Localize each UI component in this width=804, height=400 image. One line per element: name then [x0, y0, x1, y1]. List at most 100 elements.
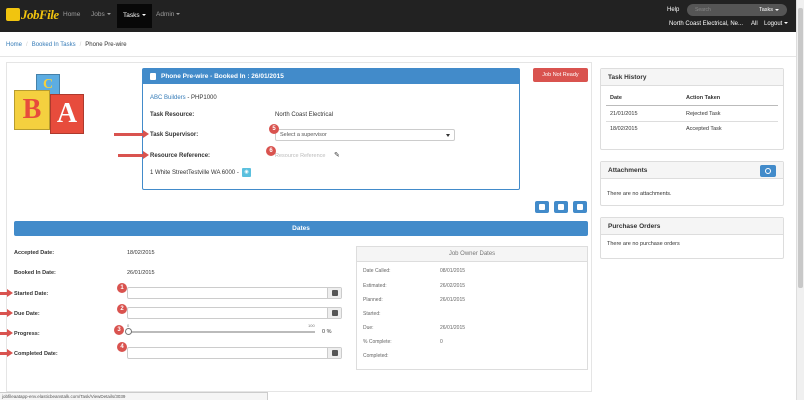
top-navbar: JobFile Home Jobs Tasks Admin Help Searc… — [0, 0, 796, 32]
job-owner-dates-panel: Job Owner Dates — [356, 246, 588, 370]
chevron-down-icon — [141, 14, 146, 17]
due-date-label: Due Date: — [14, 311, 40, 317]
owner-date-label: Completed: — [363, 353, 389, 359]
progress-slider-track[interactable] — [127, 331, 315, 333]
history-action: Accepted Task — [686, 126, 722, 132]
due-date-input[interactable] — [127, 307, 342, 319]
nav-tasks[interactable]: Tasks — [117, 4, 152, 28]
annotation-arrow-completed — [0, 349, 13, 357]
help-link[interactable]: Help — [667, 7, 679, 13]
chevron-down-icon — [106, 13, 111, 16]
job-not-ready-button[interactable]: Job Not Ready — [533, 68, 588, 82]
block-b: B — [14, 90, 50, 130]
nav-admin[interactable]: Admin — [156, 11, 181, 18]
calendar-button[interactable] — [327, 348, 341, 358]
completed-date-input[interactable] — [127, 347, 342, 359]
history-date-header: Date — [610, 95, 622, 101]
history-row-line — [606, 121, 778, 122]
owner-date-value: 08/01/2015 — [440, 268, 466, 274]
task-title: Phone Pre-wire - Booked In : 26/01/2015 — [161, 73, 284, 80]
search-scope-dropdown[interactable]: Tasks — [759, 7, 779, 13]
task-icon — [150, 73, 156, 80]
divider — [0, 56, 796, 57]
owner-date-value: 0 — [440, 339, 443, 345]
task-supervisor-label: Task Supervisor: — [150, 132, 199, 138]
accepted-date-label: Accepted Date: — [14, 250, 55, 256]
annotation-arrow-progress — [0, 329, 13, 337]
logo-icon — [6, 8, 20, 21]
annotation-badge: 1 — [117, 283, 127, 293]
annotation-badge: 6 — [266, 146, 276, 156]
page-scrollbar[interactable] — [796, 0, 804, 400]
scroll-thumb[interactable] — [798, 8, 803, 288]
progress-slider-handle[interactable] — [125, 328, 132, 335]
owner-date-value: 26/01/2015 — [440, 325, 466, 331]
block-a: A — [50, 94, 84, 134]
resource-reference-label: Resource Reference: — [150, 153, 211, 159]
dates-section-header: Dates — [14, 221, 588, 236]
annotation-arrow-due — [0, 309, 13, 317]
booked-in-date-label: Booked In Date: — [14, 270, 56, 276]
annotation-badge: 2 — [117, 304, 127, 314]
annotation-arrow-supervisor — [114, 130, 149, 138]
started-date-input[interactable] — [127, 287, 342, 299]
all-link[interactable]: All — [751, 21, 758, 27]
breadcrumb-current: Phone Pre-wire — [85, 42, 127, 48]
calendar-icon — [332, 350, 338, 356]
breadcrumb-separator: / — [26, 42, 28, 48]
owner-date-value: 26/02/2015 — [440, 283, 466, 289]
history-date: 18/02/2015 — [610, 126, 638, 132]
annotation-badge: 3 — [114, 325, 124, 335]
owner-date-label: Date Called: — [363, 268, 391, 274]
browser-status-bar: jobfileaatapp-env.elasticbeanstalk.com/T… — [0, 392, 268, 400]
logo-text: JobFile — [21, 7, 59, 22]
history-date: 21/01/2015 — [610, 111, 638, 117]
jobfile-logo[interactable]: JobFile — [6, 7, 59, 23]
builder-line: ABC Builders - PHP1000 — [150, 95, 217, 101]
breadcrumb: Home / Booked In Tasks / Phone Pre-wire — [6, 42, 127, 48]
print-icon[interactable] — [554, 201, 568, 213]
job-owner-dates-header: Job Owner Dates — [357, 247, 587, 262]
chevron-down-icon — [446, 134, 450, 137]
annotation-badge: 4 — [117, 342, 127, 352]
job-code: - PHP1000 — [187, 95, 217, 101]
breadcrumb-home[interactable]: Home — [6, 42, 22, 48]
nav-jobs[interactable]: Jobs — [91, 11, 111, 18]
history-action: Rejected Task — [686, 111, 721, 117]
calendar-button[interactable] — [327, 288, 341, 298]
owner-date-label: Started: — [363, 311, 381, 317]
accepted-date-value: 18/02/2015 — [127, 250, 155, 256]
save-icon[interactable] — [535, 201, 549, 213]
breadcrumb-booked[interactable]: Booked In Tasks — [32, 42, 76, 48]
builder-link[interactable]: ABC Builders — [150, 95, 186, 101]
map-pin-button[interactable]: ◉ — [242, 168, 251, 177]
calendar-icon — [332, 290, 338, 296]
fullscreen-icon[interactable] — [573, 201, 587, 213]
history-action-header: Action Taken — [686, 95, 721, 101]
owner-date-label: Planned: — [363, 297, 383, 303]
search-input[interactable]: Search Tasks — [687, 4, 787, 16]
nav-home[interactable]: Home — [63, 11, 80, 18]
completed-date-label: Completed Date: — [14, 351, 58, 357]
task-panel-header: Phone Pre-wire - Booked In : 26/01/2015 — [143, 69, 519, 84]
attachments-title: Attachments — [601, 162, 783, 179]
owner-date-label: Estimated: — [363, 283, 387, 289]
slider-max-label: 100 — [308, 323, 315, 328]
resource-reference-field[interactable]: Resource Reference — [275, 153, 325, 159]
progress-label: Progress: — [14, 331, 40, 337]
supervisor-select[interactable]: Select a supervisor — [275, 129, 455, 141]
abc-blocks-image: C B A — [12, 72, 96, 152]
attachments-empty: There are no attachments. — [607, 191, 672, 197]
calendar-icon — [332, 310, 338, 316]
pencil-icon[interactable]: ✎ — [334, 151, 340, 159]
logout-dropdown[interactable]: Logout — [764, 21, 789, 27]
chevron-down-icon — [176, 13, 181, 16]
attachments-panel: Attachments — [600, 161, 784, 206]
company-name[interactable]: North Coast Electrical, Ne... — [669, 21, 743, 27]
calendar-button[interactable] — [327, 308, 341, 318]
paperclip-icon[interactable] — [760, 165, 776, 177]
booked-in-date-value: 26/01/2015 — [127, 270, 155, 276]
progress-percent: 0 % — [322, 329, 332, 335]
chevron-down-icon — [784, 22, 789, 25]
task-history-title: Task History — [601, 69, 783, 86]
